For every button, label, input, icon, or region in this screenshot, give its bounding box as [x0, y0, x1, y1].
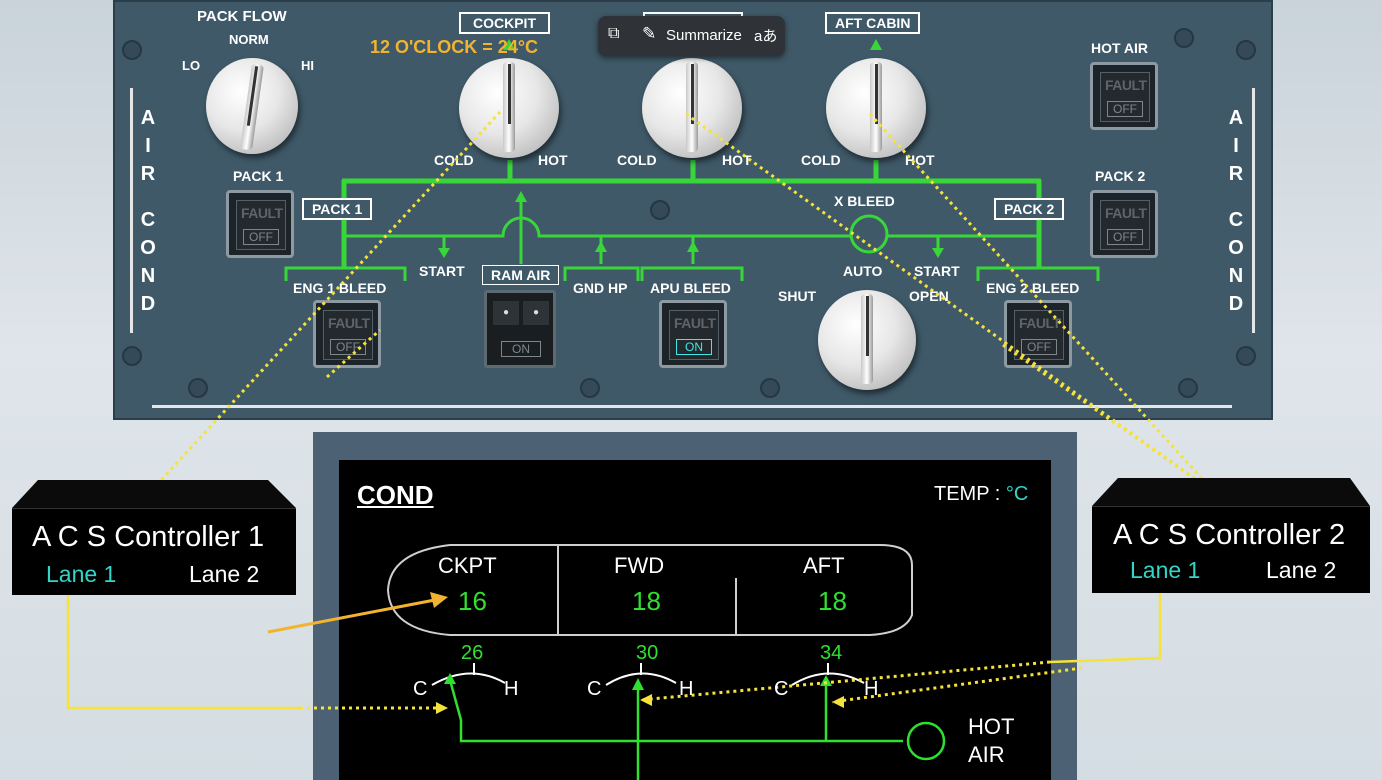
gauge-fwd-h: H	[679, 678, 694, 700]
acs-controller-1: A C S Controller 1 Lane 1 Lane 2	[12, 508, 296, 595]
gauge-ckpt-h: H	[504, 678, 519, 700]
hot-air-line1: HOT	[968, 714, 1015, 739]
gauge-fwd-c: C	[587, 678, 602, 700]
gauge-aft-c: C	[774, 678, 789, 700]
gauge-ckpt-c: C	[413, 678, 428, 700]
controller-2-lane-2: Lane 2	[1266, 557, 1337, 583]
duct-fwd-temp: 30	[636, 642, 659, 664]
duct-ckpt-temp: 26	[461, 642, 484, 664]
controller-2-lane-1: Lane 1	[1130, 557, 1201, 583]
controller-2-name: A C S Controller 2	[1113, 519, 1346, 551]
controller-1-lane-1: Lane 1	[46, 561, 117, 587]
acs-controller-2: A C S Controller 2 Lane 1 Lane 2	[1092, 506, 1370, 593]
controller-1-lane-2: Lane 2	[189, 561, 260, 587]
duct-aft-temp: 34	[820, 642, 843, 664]
gauge-aft-h: H	[864, 678, 879, 700]
hot-air-line2: AIR	[968, 742, 1005, 767]
controller-1-name: A C S Controller 1	[32, 521, 265, 553]
